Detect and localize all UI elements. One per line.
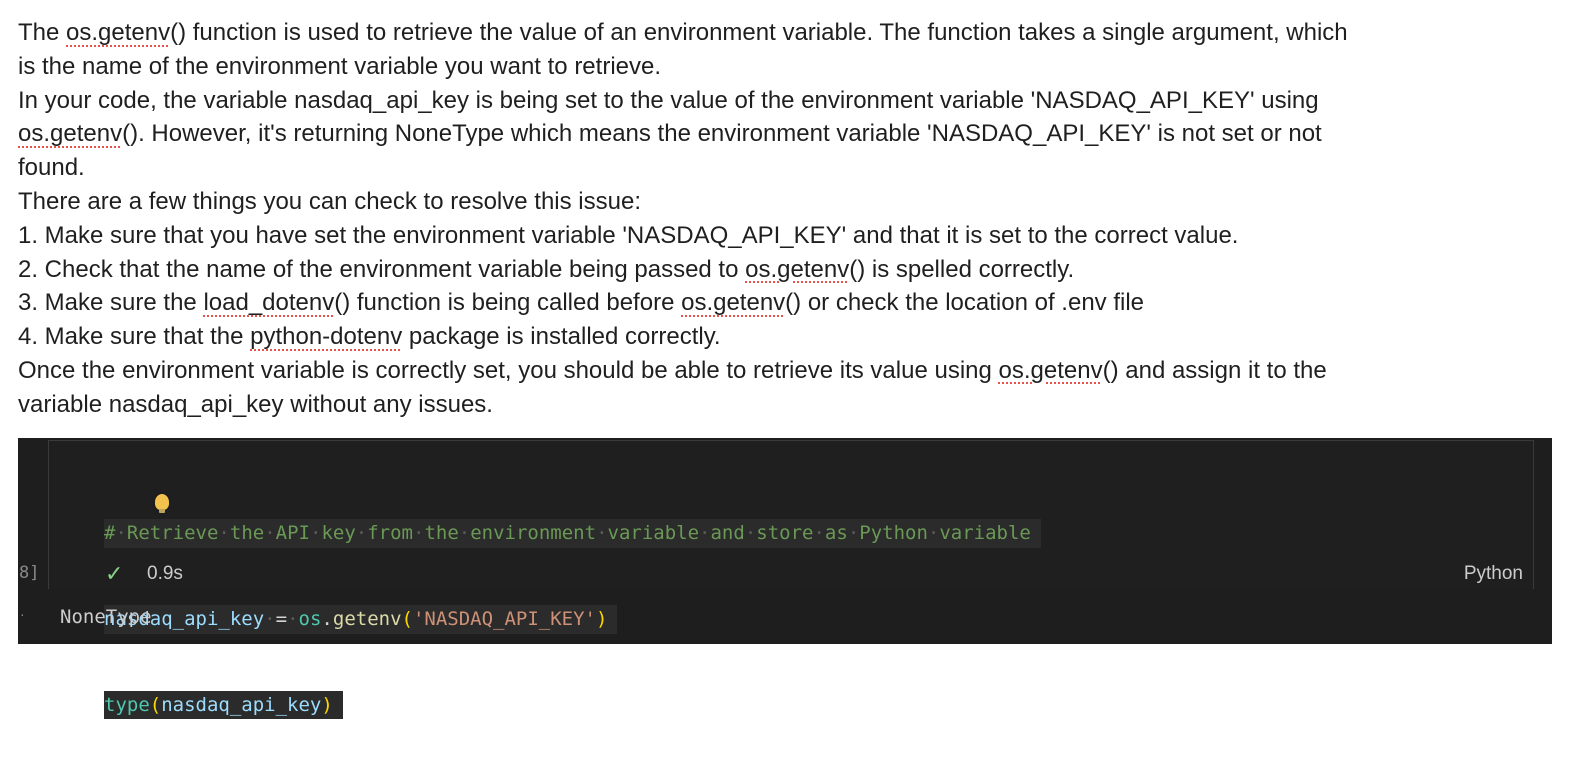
code-line-type[interactable]: type(nasdaq_api_key) <box>104 690 1041 720</box>
execution-duration: 0.9s <box>147 563 183 584</box>
code-term: os.getenv <box>66 19 171 46</box>
execution-count: 8] <box>19 563 40 583</box>
code-term: load_dotenv <box>203 289 335 317</box>
answer-text: The os.getenv() function is used to retr… <box>18 16 1558 422</box>
language-selector[interactable]: Python <box>1464 563 1523 585</box>
code-term: os.getenv <box>681 289 786 317</box>
code-line-assign[interactable]: nasdaq_api_key·=·os.getenv('NASDAQ_API_K… <box>104 604 1041 634</box>
code-term: os.getenv <box>18 120 123 148</box>
notebook-cell[interactable]: #·Retrieve·the·API·key·from·the·environm… <box>18 438 1552 720</box>
answer-line: The os.getenv() function is used to retr… <box>18 19 1348 46</box>
answer-line: is the name of the environment variable … <box>18 52 662 80</box>
answer-line: os.getenv(). However, it's returning Non… <box>18 120 1322 148</box>
code-term: python-dotenv <box>250 323 403 351</box>
list-item: 1. Make sure that you have set the envir… <box>18 221 1239 249</box>
list-item: 4. Make sure that the python-dotenv pack… <box>18 323 721 351</box>
code-term: os.getenv <box>998 356 1103 384</box>
answer-line: found. <box>18 154 85 182</box>
code-term: os.getenv <box>745 255 850 283</box>
check-icon: ✓ <box>105 561 124 586</box>
cell-status-bar: 8] ✓ 0.9s Python <box>19 561 1533 589</box>
answer-line: variable nasdaq_api_key without any issu… <box>18 390 493 418</box>
cell-output: NoneType <box>60 606 152 628</box>
code-editor[interactable]: #·Retrieve·the·API·key·from·the·environm… <box>19 440 1534 720</box>
output-marker: · <box>20 606 25 622</box>
code-line-comment[interactable]: #·Retrieve·the·API·key·from·the·environm… <box>104 519 1041 548</box>
lightbulb-icon[interactable] <box>155 494 169 513</box>
answer-line: In your code, the variable nasdaq_api_ke… <box>18 86 1319 114</box>
list-item: 3. Make sure the load_dotenv() function … <box>18 289 1145 317</box>
answer-line: There are a few things you can check to … <box>18 187 641 215</box>
answer-line: Once the environment variable is correct… <box>18 356 1327 384</box>
list-item: 2. Check that the name of the environmen… <box>18 255 1075 283</box>
code-block[interactable]: #·Retrieve·the·API·key·from·the·environm… <box>104 462 1041 777</box>
